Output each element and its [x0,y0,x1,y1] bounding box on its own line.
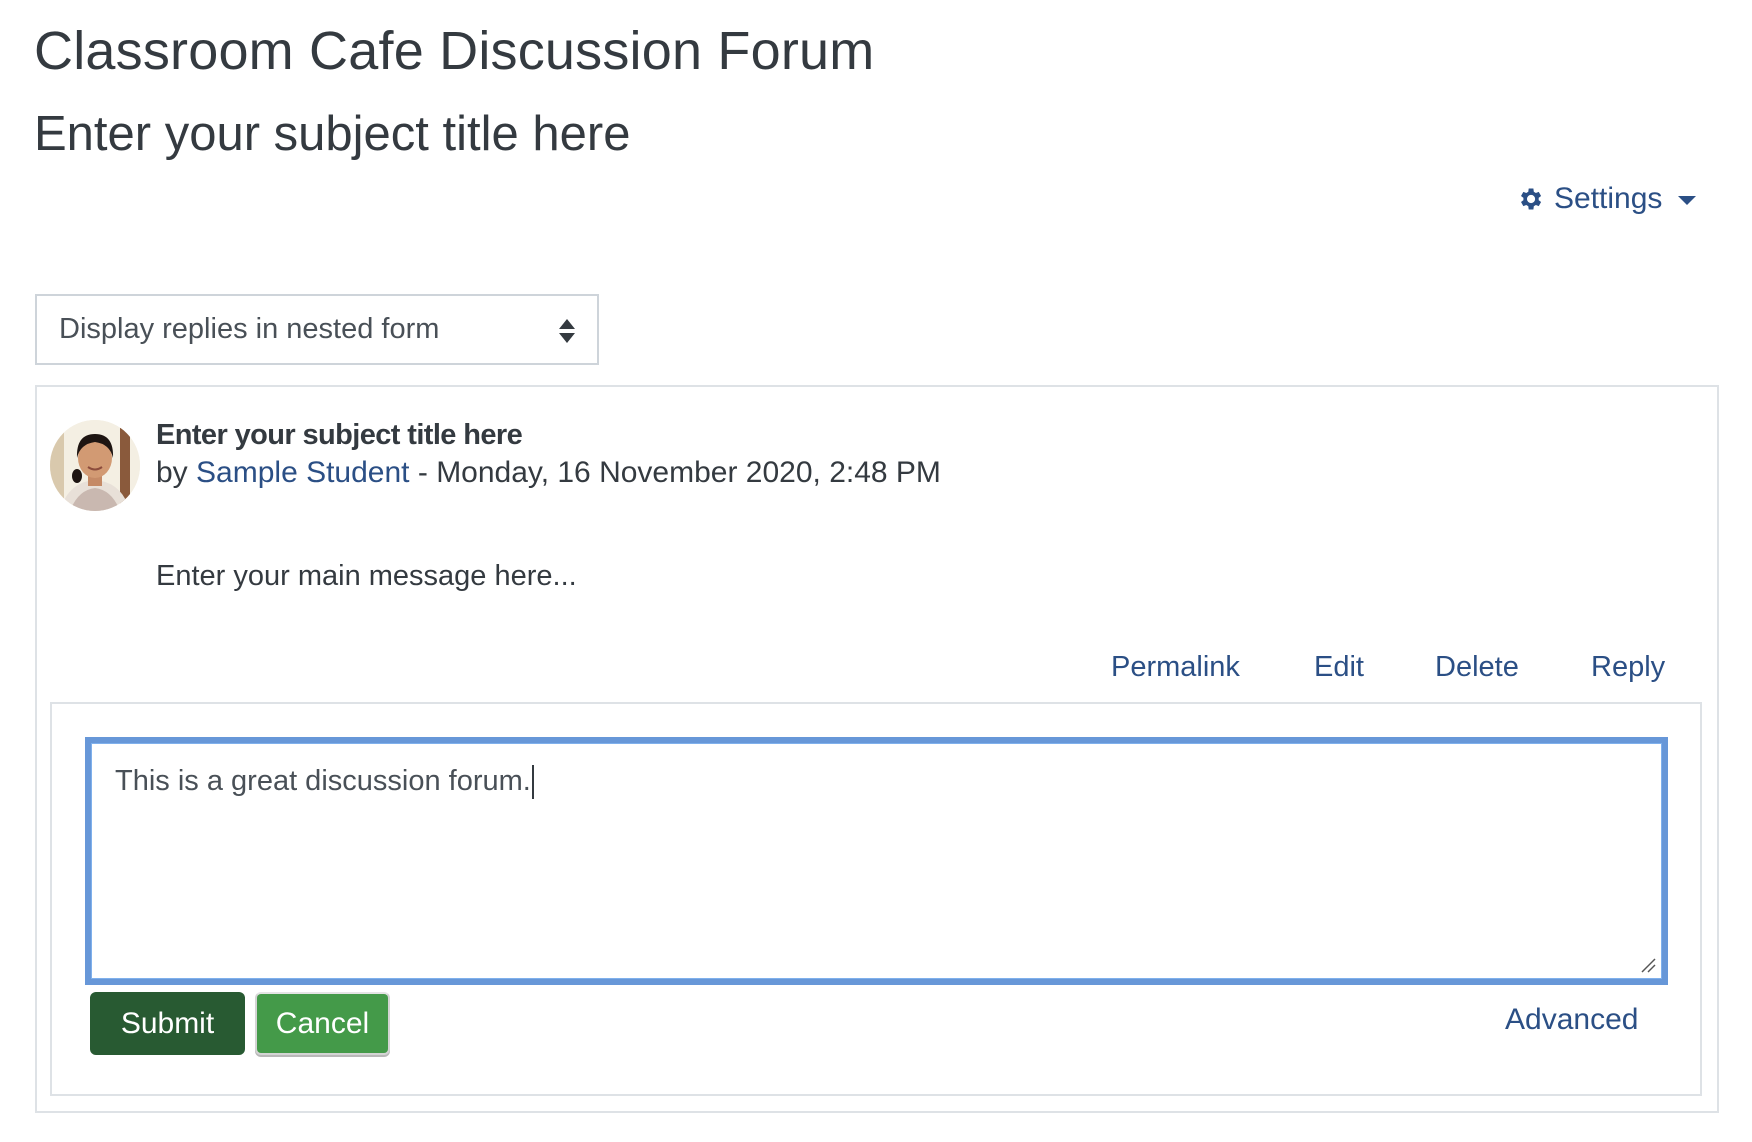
post-byline: by Sample Student - Monday, 16 November … [156,456,941,490]
submit-button[interactable]: Submit [90,992,245,1055]
caret-down-icon [1678,195,1697,205]
settings-menu-button[interactable]: Settings [1516,182,1697,216]
advanced-link[interactable]: Advanced [1505,1003,1638,1037]
delete-link[interactable]: Delete [1435,651,1519,684]
avatar[interactable] [50,420,140,511]
resize-handle-icon[interactable] [1640,957,1656,973]
post-datetime: Monday, 16 November 2020, 2:48 PM [436,456,941,489]
reply-message-value: This is a great discussion forum. [115,765,531,797]
settings-label: Settings [1554,182,1663,215]
byline-separator: - [409,456,437,489]
discussion-subject-heading: Enter your subject title here [34,107,631,161]
edit-link[interactable]: Edit [1314,651,1364,684]
permalink-link[interactable]: Permalink [1111,651,1240,684]
select-arrows-icon [559,319,575,343]
display-mode-select[interactable]: Display replies in nested form [35,294,599,365]
reply-message-textarea[interactable]: This is a great discussion forum. [85,737,1668,985]
text-cursor [531,765,534,800]
byline-prefix: by [156,456,188,489]
display-mode-selected-value: Display replies in nested form [59,313,440,345]
post-subject: Enter your subject title here [156,419,523,451]
user-photo-icon [50,420,140,511]
cancel-button[interactable]: Cancel [255,992,390,1055]
page-title: Classroom Cafe Discussion Forum [34,21,875,81]
reply-link[interactable]: Reply [1591,651,1665,684]
author-link[interactable]: Sample Student [196,456,409,489]
gear-icon [1521,188,1542,210]
post-message: Enter your main message here... [156,560,577,592]
